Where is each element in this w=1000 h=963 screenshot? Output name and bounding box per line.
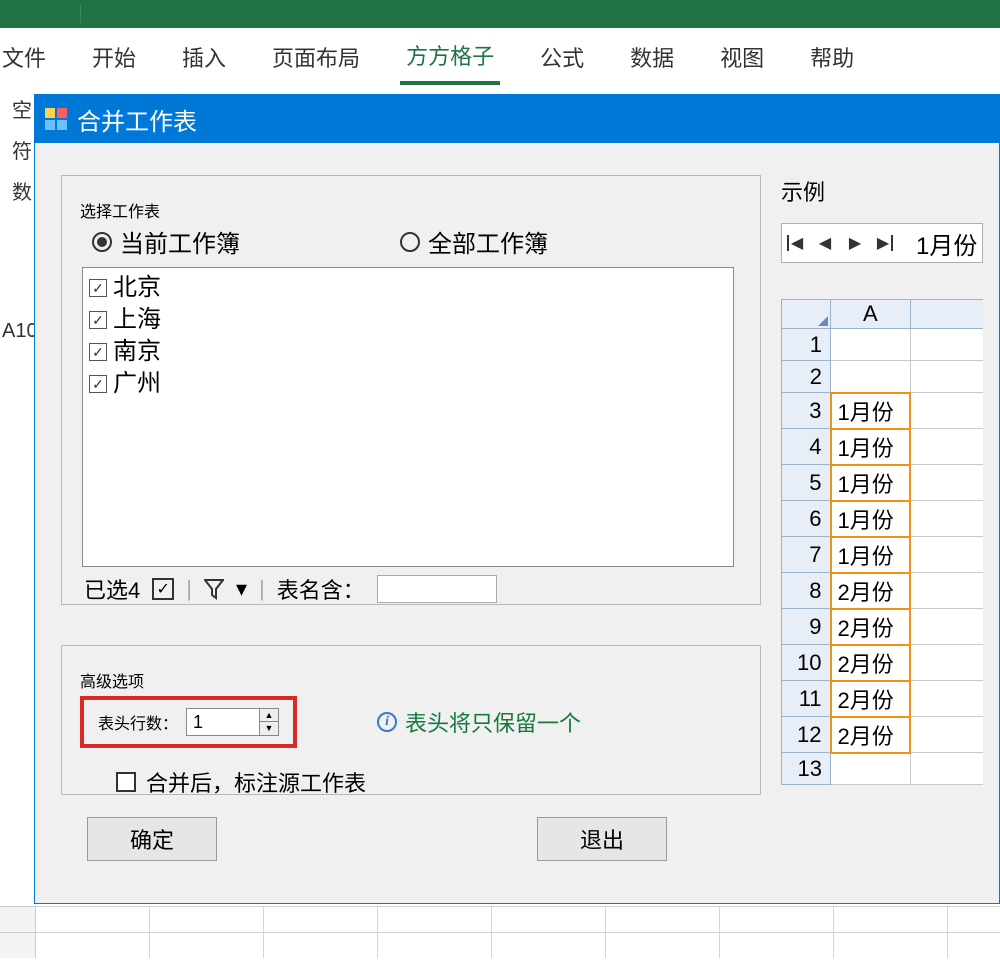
grid-cell[interactable] [831, 361, 911, 393]
row-header[interactable]: 4 [782, 429, 831, 465]
cancel-button[interactable]: 退出 [537, 817, 667, 861]
grid-cell[interactable]: 1月份 [831, 429, 911, 465]
list-item[interactable]: 北京 [89, 272, 727, 304]
row-header[interactable]: 13 [782, 753, 831, 785]
example-label: 示例 [781, 175, 983, 207]
quick-access-toolbar [0, 0, 1000, 28]
row-header[interactable]: 1 [782, 329, 831, 361]
row-header[interactable]: 10 [782, 645, 831, 681]
select-all-toggle[interactable] [152, 578, 174, 600]
grid-cell[interactable]: 1月份 [831, 393, 911, 429]
row-header[interactable]: 5 [782, 465, 831, 501]
group-select-sheets: 选择工作表 当前工作簿 全部工作簿 北京 [61, 175, 761, 605]
group-select-sheets-legend: 选择工作表 [80, 198, 742, 222]
tab-ffcell[interactable]: 方方格子 [400, 29, 500, 85]
list-item[interactable]: 上海 [89, 304, 727, 336]
tab-file[interactable]: 文件 [0, 31, 52, 83]
header-rows-spinner[interactable]: ▲ ▼ [186, 708, 279, 736]
tab-insert[interactable]: 插入 [176, 31, 232, 83]
dialog-title: 合并工作表 [77, 102, 197, 137]
mark-source-checkbox[interactable] [116, 772, 136, 792]
checkbox-icon[interactable] [89, 343, 107, 361]
checkbox-icon[interactable] [89, 311, 107, 329]
grid-cell[interactable] [831, 753, 911, 785]
tab-data[interactable]: 数据 [624, 31, 680, 83]
row-header[interactable]: 3 [782, 393, 831, 429]
radio-current-workbook[interactable]: 当前工作簿 [92, 224, 240, 259]
dialog-titlebar[interactable]: 合并工作表 [35, 95, 999, 143]
grid-cell[interactable]: 1月份 [831, 501, 911, 537]
row-header[interactable]: 7 [782, 537, 831, 573]
worksheet-grid[interactable] [0, 906, 1000, 958]
merge-sheets-dialog: 合并工作表 选择工作表 当前工作簿 全部工作簿 [34, 94, 1000, 904]
grid-cell[interactable]: 2月份 [831, 609, 911, 645]
sheet-tab-name[interactable]: 1月份 [916, 226, 977, 261]
info-icon: i [377, 712, 397, 732]
list-item[interactable]: 南京 [89, 336, 727, 368]
tab-home[interactable]: 开始 [86, 31, 142, 83]
app-icon [45, 108, 67, 130]
col-header-a[interactable]: A [831, 300, 911, 329]
header-rows-highlight: 表头行数： ▲ ▼ [80, 696, 297, 748]
spin-down[interactable]: ▼ [260, 722, 278, 735]
name-box-value: A10 [0, 320, 34, 343]
name-contains-input[interactable] [377, 575, 497, 603]
tab-help[interactable]: 帮助 [804, 31, 860, 83]
row-header[interactable]: 8 [782, 573, 831, 609]
row-header[interactable]: 12 [782, 717, 831, 753]
grid-cell[interactable]: 1月份 [831, 537, 911, 573]
list-toolbar: 已选4 | ▾ | 表名含： [84, 573, 742, 605]
row-header[interactable]: 11 [782, 681, 831, 717]
header-rows-input[interactable] [187, 711, 259, 734]
filter-icon[interactable] [204, 578, 224, 600]
sheet-nav: ◀ ◀ ▶ ▶ 1月份 [781, 223, 983, 263]
row-header[interactable]: 9 [782, 609, 831, 645]
header-rows-label: 表头行数： [98, 710, 178, 734]
nav-last-icon[interactable]: ▶ [872, 229, 898, 257]
row-header[interactable]: 6 [782, 501, 831, 537]
nav-prev-icon[interactable]: ◀ [812, 229, 838, 257]
ok-button[interactable]: 确定 [87, 817, 217, 861]
tab-formulas[interactable]: 公式 [534, 31, 590, 83]
list-item[interactable]: 广州 [89, 368, 727, 400]
grid-cell[interactable]: 1月份 [831, 465, 911, 501]
left-gutter: 空 符 数 [0, 88, 34, 728]
grid-cell[interactable]: 2月份 [831, 681, 911, 717]
example-grid: A 1231月份41月份51月份61月份71月份82月份92月份102月份112… [781, 299, 983, 785]
mark-source-label: 合并后，标注源工作表 [146, 766, 366, 798]
ribbon-tabs: 文件 开始 插入 页面布局 方方格子 公式 数据 视图 帮助 [0, 28, 1000, 86]
nav-first-icon[interactable]: ◀ [782, 229, 808, 257]
tab-pagelayout[interactable]: 页面布局 [266, 31, 366, 83]
name-contains-label: 表名含： [277, 573, 365, 605]
sheet-listbox[interactable]: 北京 上海 南京 广州 [82, 267, 734, 567]
selected-count-label: 已选4 [84, 573, 140, 605]
grid-corner[interactable] [782, 300, 831, 329]
grid-cell[interactable]: 2月份 [831, 645, 911, 681]
group-advanced: 高级选项 表头行数： ▲ ▼ i 表 [61, 645, 761, 795]
grid-cell[interactable] [831, 329, 911, 361]
group-advanced-legend: 高级选项 [80, 668, 742, 692]
grid-cell[interactable]: 2月份 [831, 573, 911, 609]
grid-cell[interactable]: 2月份 [831, 717, 911, 753]
nav-next-icon[interactable]: ▶ [842, 229, 868, 257]
radio-all-workbooks[interactable]: 全部工作簿 [400, 224, 548, 259]
spin-up[interactable]: ▲ [260, 709, 278, 722]
tab-view[interactable]: 视图 [714, 31, 770, 83]
header-info: i 表头将只保留一个 [377, 706, 581, 738]
row-header[interactable]: 2 [782, 361, 831, 393]
checkbox-icon[interactable] [89, 375, 107, 393]
checkbox-icon[interactable] [89, 279, 107, 297]
